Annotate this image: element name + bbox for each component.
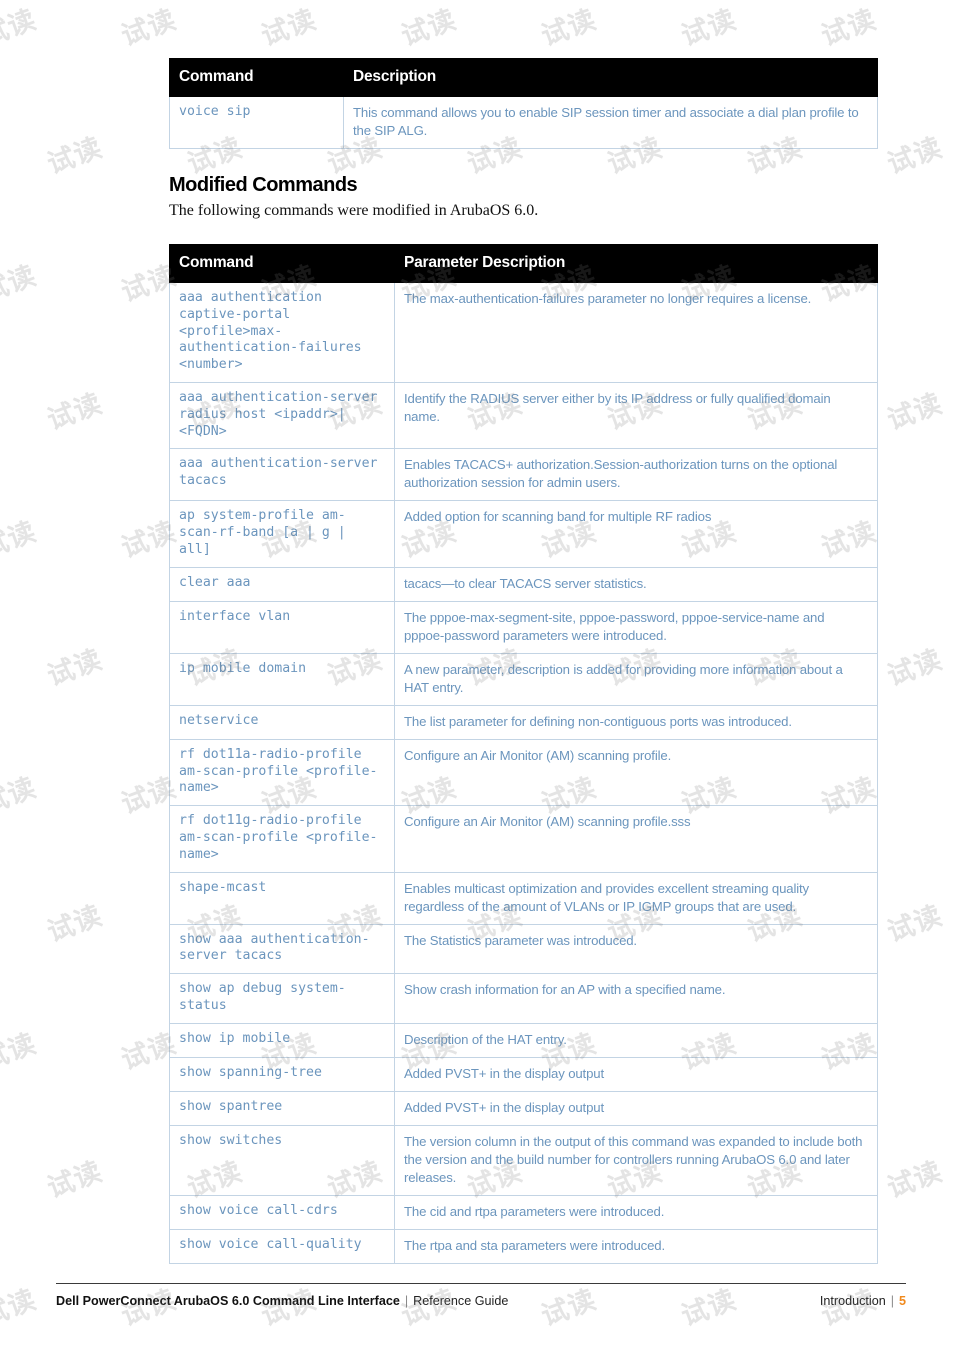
table-row: aaa authentication-server radius host <i… (169, 381, 878, 450)
section-intro-text: The following commands were modified in … (169, 202, 539, 219)
new-commands-table: Command Description voice sip This comma… (169, 58, 878, 149)
command-cell: interface vlan (169, 600, 395, 654)
description-cell: Identify the RADIUS server either by its… (394, 381, 878, 450)
table-row: show spanning-tree Added PVST+ in the dis… (169, 1056, 878, 1092)
table-row: show voice call-cdrs The cid and rtpa par… (169, 1194, 878, 1230)
table-row: voice sip This command allows you to ena… (169, 96, 878, 149)
new-commands-body: voice sip This command allows you to ena… (169, 96, 878, 149)
footer-divider (56, 1283, 906, 1284)
command-cell: show voice call-quality (169, 1228, 395, 1264)
command-cell: ap system-profile am-scan-rf-band [a | g… (169, 500, 395, 568)
table-row: netservice The list parameter for definin… (169, 704, 878, 740)
table-row: show spantree Added PVST+ in the display … (169, 1090, 878, 1126)
description-cell: Configure an Air Monitor (AM) scanning p… (394, 738, 878, 807)
description-cell: Enables multicast optimization and provi… (394, 871, 878, 925)
footer-right: Introduction | 5 (820, 1294, 906, 1308)
table-row: clear aaa tacacs—to clear TACACS server s… (169, 566, 878, 602)
command-cell: shape-mcast (169, 871, 395, 925)
command-cell: rf dot11a-radio-profile am-scan-profile … (169, 738, 395, 807)
command-cell: show switches (169, 1124, 395, 1196)
description-cell: The Statistics parameter was introduced. (394, 923, 878, 975)
description-cell: Added option for scanning band for multi… (394, 500, 878, 568)
description-cell: Show crash information for an AP with a … (394, 973, 878, 1024)
table-row: show ip mobile Description of the HAT ent… (169, 1022, 878, 1058)
footer-document-title: Dell PowerConnect ArubaOS 6.0 Command Li… (56, 1294, 400, 1308)
command-cell: show voice call-cdrs (169, 1194, 395, 1230)
table-row: show voice call-quality The rtpa and sta … (169, 1228, 878, 1264)
command-cell: aaa authentication captive-portal <profi… (169, 282, 395, 383)
column-header-command: Command (169, 58, 344, 97)
column-header-command: Command (169, 244, 395, 283)
command-cell: netservice (169, 704, 395, 740)
table-row: shape-mcast Enables multicast optimizatio… (169, 871, 878, 925)
command-cell: aaa authentication-server tacacs (169, 448, 395, 502)
table-row: aaa authentication captive-portal <profi… (169, 282, 878, 383)
description-cell: The list parameter for defining non-cont… (394, 704, 878, 740)
description-cell: The version column in the output of this… (394, 1124, 878, 1196)
description-cell: Enables TACACS+ authorization.Session-au… (394, 448, 878, 502)
description-cell: A new parameter, description is added fo… (394, 652, 878, 706)
command-cell: aaa authentication-server radius host <i… (169, 381, 395, 450)
command-cell: show aaa authentication-server tacacs (169, 923, 395, 975)
command-cell: ip mobile domain (169, 652, 395, 706)
description-cell: Description of the HAT entry. (394, 1022, 878, 1058)
description-cell: tacacs—to clear TACACS server statistics… (394, 566, 878, 602)
table-row: show ap debug system-status Show crash in… (169, 973, 878, 1024)
description-cell: Added PVST+ in the display output (394, 1056, 878, 1092)
page-number: 5 (898, 1294, 906, 1308)
footer-chapter-name: Introduction (819, 1294, 886, 1308)
description-cell: The rtpa and sta parameters were introdu… (394, 1228, 878, 1264)
table-row: show switches The version column in the o… (169, 1124, 878, 1196)
table-row: rf dot11g-radio-profile am-scan-profile … (169, 805, 878, 873)
column-header-description: Description (343, 58, 878, 97)
table-row: ap system-profile am-scan-rf-band [a | g… (169, 500, 878, 568)
description-cell: Added PVST+ in the display output (394, 1090, 878, 1126)
command-cell: show ap debug system-status (169, 973, 395, 1024)
table-row: show aaa authentication-server tacacs The… (169, 923, 878, 975)
footer-separator: | (404, 1294, 409, 1308)
page-title: Modified Commands (169, 174, 358, 196)
column-header-parameter-description: Parameter Description (394, 244, 878, 283)
table-row: rf dot11a-radio-profile am-scan-profile … (169, 738, 878, 807)
modified-commands-body: aaa authentication captive-portal <profi… (169, 282, 878, 1264)
command-cell: voice sip (169, 96, 344, 149)
modified-commands-table: Command Parameter Description aaa authen… (169, 244, 878, 1264)
footer-separator-right: | (890, 1294, 894, 1308)
description-cell: The pppoe-max-segment-site, pppoe-passwo… (394, 600, 878, 654)
table-header-row: Command Description (169, 58, 878, 97)
footer-left: Dell PowerConnect ArubaOS 6.0 Command Li… (56, 1294, 508, 1308)
command-cell: clear aaa (169, 566, 395, 602)
description-cell: Configure an Air Monitor (AM) scanning p… (394, 805, 878, 873)
page-footer: Dell PowerConnect ArubaOS 6.0 Command Li… (56, 1283, 906, 1308)
command-cell: show spanning-tree (169, 1056, 395, 1092)
command-cell: show ip mobile (169, 1022, 395, 1058)
table-row: ip mobile domain A new parameter, descrip… (169, 652, 878, 706)
command-cell: show spantree (169, 1090, 395, 1126)
description-cell: The cid and rtpa parameters were introdu… (394, 1194, 878, 1230)
footer-document-subtitle: Reference Guide (413, 1294, 509, 1308)
table-row: aaa authentication-server tacacs Enables … (169, 448, 878, 502)
description-cell: The max-authentication-failures paramete… (394, 282, 878, 383)
table-row: interface vlan The pppoe-max-segment-site… (169, 600, 878, 654)
description-cell: This command allows you to enable SIP se… (343, 96, 878, 149)
command-cell: rf dot11g-radio-profile am-scan-profile … (169, 805, 395, 873)
table-header-row: Command Parameter Description (169, 244, 878, 283)
